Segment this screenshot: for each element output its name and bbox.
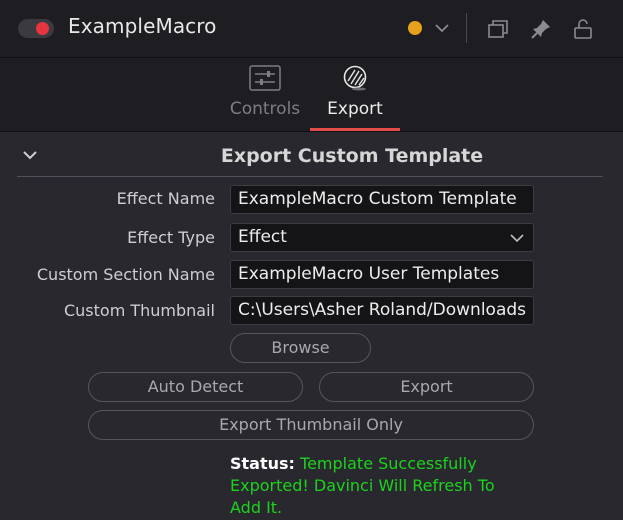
effect-name-field[interactable] [230, 185, 534, 214]
pin-icon[interactable] [529, 17, 553, 41]
section-header[interactable]: Export Custom Template [17, 138, 603, 177]
auto-detect-button[interactable]: Auto Detect [88, 372, 303, 402]
enable-toggle[interactable] [18, 19, 54, 38]
lock-icon[interactable] [571, 17, 595, 41]
header-divider [466, 13, 467, 43]
tab-controls-label: Controls [229, 99, 301, 119]
custom-thumbnail-field[interactable] [230, 296, 534, 325]
section-title: Export Custom Template [220, 145, 484, 167]
custom-section-input[interactable] [238, 264, 526, 284]
window-icon[interactable] [486, 17, 510, 41]
sliders-icon [249, 65, 281, 91]
export-thumbnail-button[interactable]: Export Thumbnail Only [88, 410, 534, 440]
status-label: Status: [230, 454, 295, 473]
active-tab-indicator [310, 128, 400, 131]
export-ball-icon [343, 65, 367, 91]
effect-type-label: Effect Type [127, 228, 215, 247]
effect-type-value: Effect [238, 227, 287, 247]
effect-type-select[interactable]: Effect [230, 223, 534, 252]
inspector-tabbar: Controls Export [0, 58, 623, 132]
browse-button[interactable]: Browse [230, 333, 371, 363]
tab-export[interactable]: Export [310, 58, 400, 131]
node-header: ExampleMacro [0, 0, 623, 58]
chevron-down-icon[interactable] [432, 18, 452, 38]
export-button[interactable]: Export [319, 372, 534, 402]
node-title: ExampleMacro [68, 14, 217, 38]
enable-toggle-icon [36, 22, 49, 35]
effect-name-label: Effect Name [116, 189, 215, 208]
custom-thumbnail-input[interactable] [238, 300, 526, 320]
effect-name-input[interactable] [238, 189, 526, 209]
tab-export-label: Export [327, 99, 383, 119]
status-text: Status: Template Successfully Exported! … [230, 453, 530, 519]
custom-section-label: Custom Section Name [36, 265, 215, 284]
node-color-dot[interactable] [408, 21, 422, 35]
custom-thumbnail-label: Custom Thumbnail [63, 301, 215, 320]
chevron-down-icon [510, 234, 524, 243]
tab-controls[interactable]: Controls [220, 58, 310, 131]
custom-section-field[interactable] [230, 260, 534, 289]
